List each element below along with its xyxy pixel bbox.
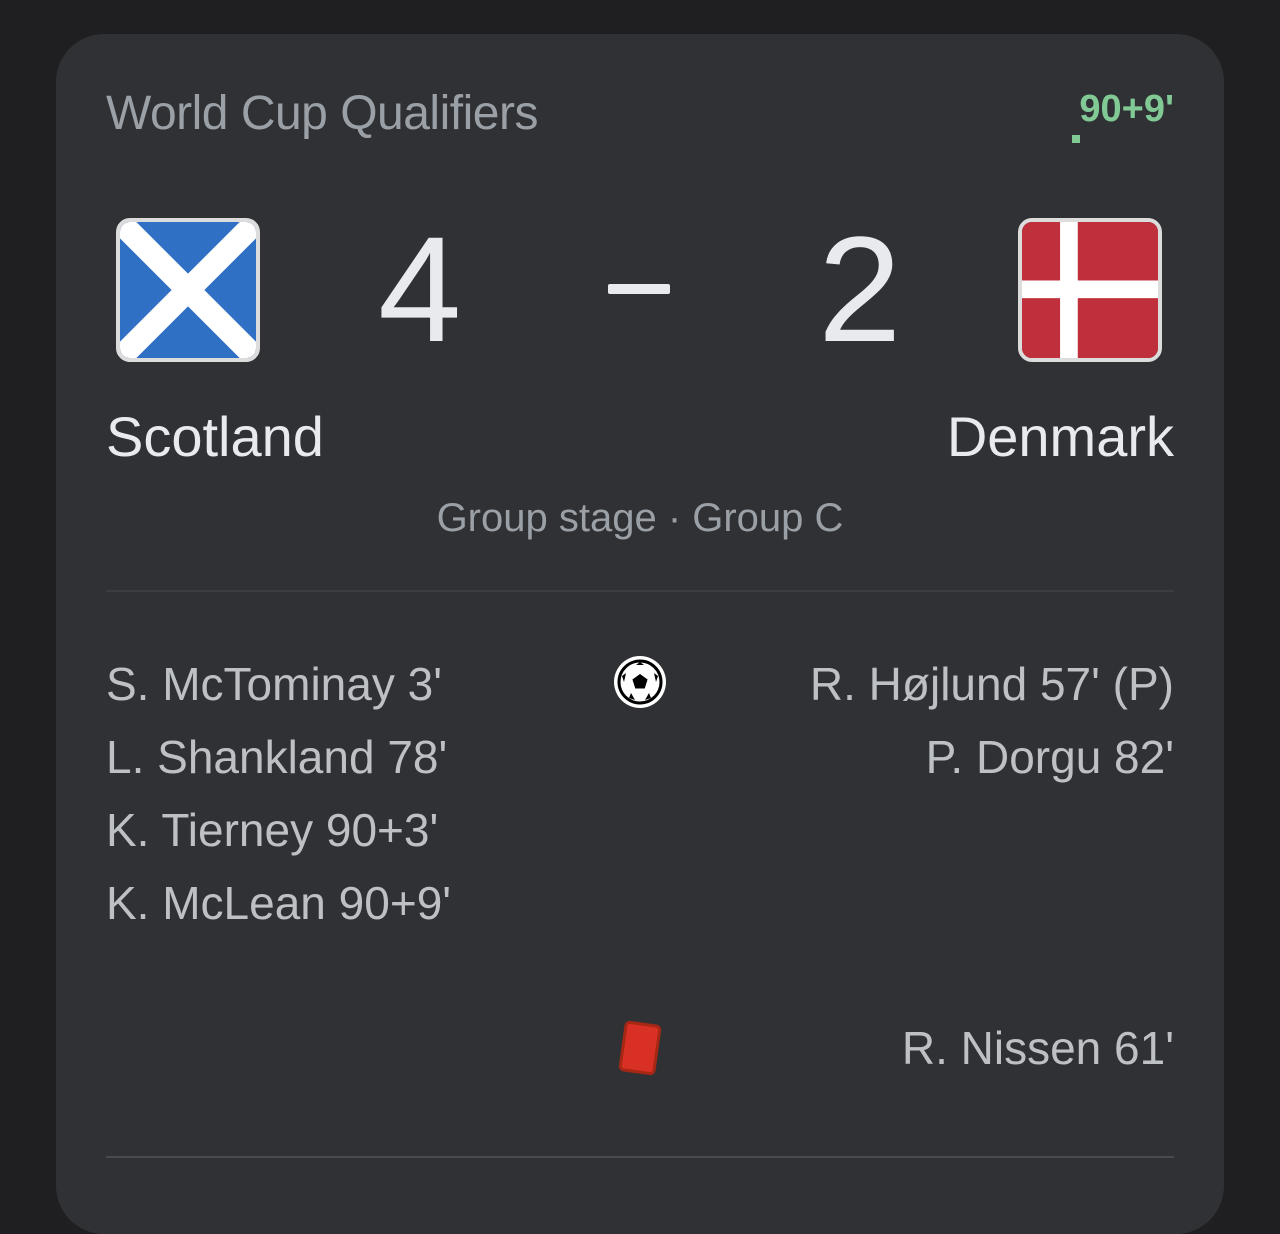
home-team-name[interactable]: Scotland [106,404,324,469]
scotland-flag-icon[interactable] [116,218,260,362]
goal-scorer: R. Højlund 57' (P) [809,658,1174,710]
live-indicator [1072,135,1080,143]
home-goal-scorers: S. McTominay 3' L. Shankland 78' K. Tier… [106,648,451,940]
home-score: 4 [378,205,462,373]
red-card-player: R. Nissen 61' [901,1022,1174,1074]
soccer-ball-icon [612,654,668,710]
competition-title[interactable]: World Cup Qualifiers [106,86,538,141]
denmark-flag-icon[interactable] [1018,218,1162,362]
away-team-name[interactable]: Denmark [947,404,1174,469]
match-stage: Group stage · Group C [436,496,844,540]
goal-scorer: P. Dorgu 82' [925,731,1174,783]
red-card-icon [618,1020,662,1076]
live-match-time: 90+9' [1079,88,1174,130]
divider [106,590,1174,592]
goal-scorer: K. McLean 90+9' [106,877,452,929]
match-card[interactable]: World Cup Qualifiers 90+9' 4 2 Scotland … [56,34,1224,1234]
away-score: 2 [818,205,902,373]
goal-scorer: S. McTominay 3' [106,658,442,710]
score-separator [608,284,670,294]
goal-scorer: L. Shankland 78' [106,731,448,783]
divider [106,1156,1174,1158]
goal-scorer: K. Tierney 90+3' [106,804,439,856]
away-goal-scorers: R. Højlund 57' (P) P. Dorgu 82' [810,648,1174,794]
